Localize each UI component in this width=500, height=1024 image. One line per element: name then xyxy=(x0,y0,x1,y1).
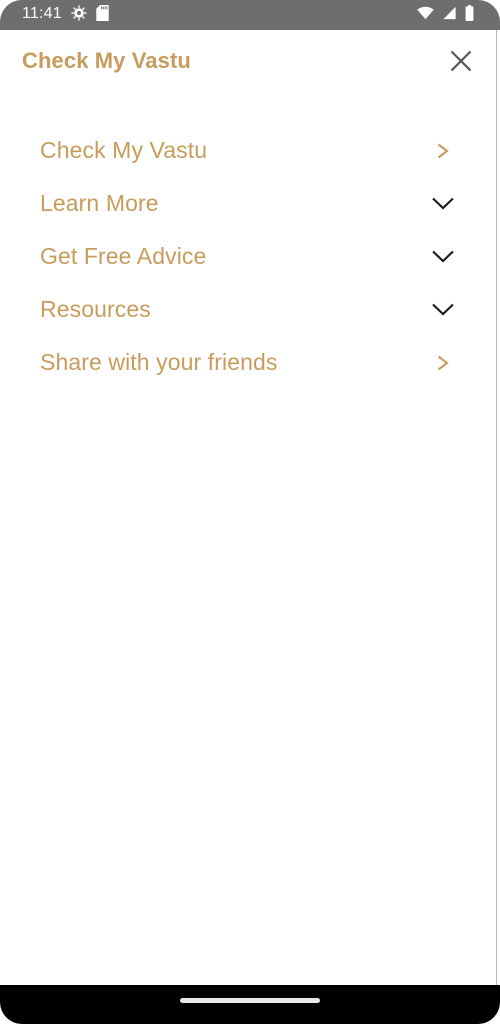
menu-item-label: Share with your friends xyxy=(40,349,278,375)
wifi-icon xyxy=(417,6,434,25)
battery-icon xyxy=(465,4,474,26)
status-bar-right xyxy=(417,4,486,26)
phone-screen: 11:41 Check My Vastu Check My Vastu Lear… xyxy=(0,0,500,1024)
page-title: Check My Vastu xyxy=(22,48,191,73)
chevron-down-icon[interactable] xyxy=(430,297,456,323)
drawer-header: Check My Vastu xyxy=(0,30,500,92)
status-bar-left: 11:41 xyxy=(22,4,109,26)
menu-item-label: Check My Vastu xyxy=(40,137,208,163)
settings-gear-icon xyxy=(71,4,87,26)
menu-item-label: Resources xyxy=(40,296,151,322)
status-bar-clock: 11:41 xyxy=(22,5,62,22)
menu-item-check-my-vastu[interactable]: Check My Vastu xyxy=(0,124,500,177)
menu-item-learn-more[interactable]: Learn More xyxy=(0,177,500,230)
arrow-right-icon[interactable] xyxy=(430,138,456,164)
menu-item-resources[interactable]: Resources xyxy=(0,283,500,336)
drawer-menu-list: Check My Vastu Learn More Get Free Advic… xyxy=(0,92,500,1024)
drawer-right-edge xyxy=(496,30,497,985)
menu-item-label: Get Free Advice xyxy=(40,243,207,269)
menu-item-label: Learn More xyxy=(40,190,159,216)
sd-card-icon xyxy=(96,4,109,26)
chevron-down-icon[interactable] xyxy=(430,244,456,270)
system-navigation-bar xyxy=(0,985,500,1024)
menu-item-share-with-your-friends[interactable]: Share with your friends xyxy=(0,336,500,389)
menu-item-get-free-advice[interactable]: Get Free Advice xyxy=(0,230,500,283)
close-icon[interactable] xyxy=(444,44,478,78)
arrow-right-icon[interactable] xyxy=(430,350,456,376)
home-gesture-pill[interactable] xyxy=(180,998,320,1003)
status-bar: 11:41 xyxy=(0,0,500,30)
chevron-down-icon[interactable] xyxy=(430,191,456,217)
cellular-signal-icon xyxy=(442,6,457,25)
